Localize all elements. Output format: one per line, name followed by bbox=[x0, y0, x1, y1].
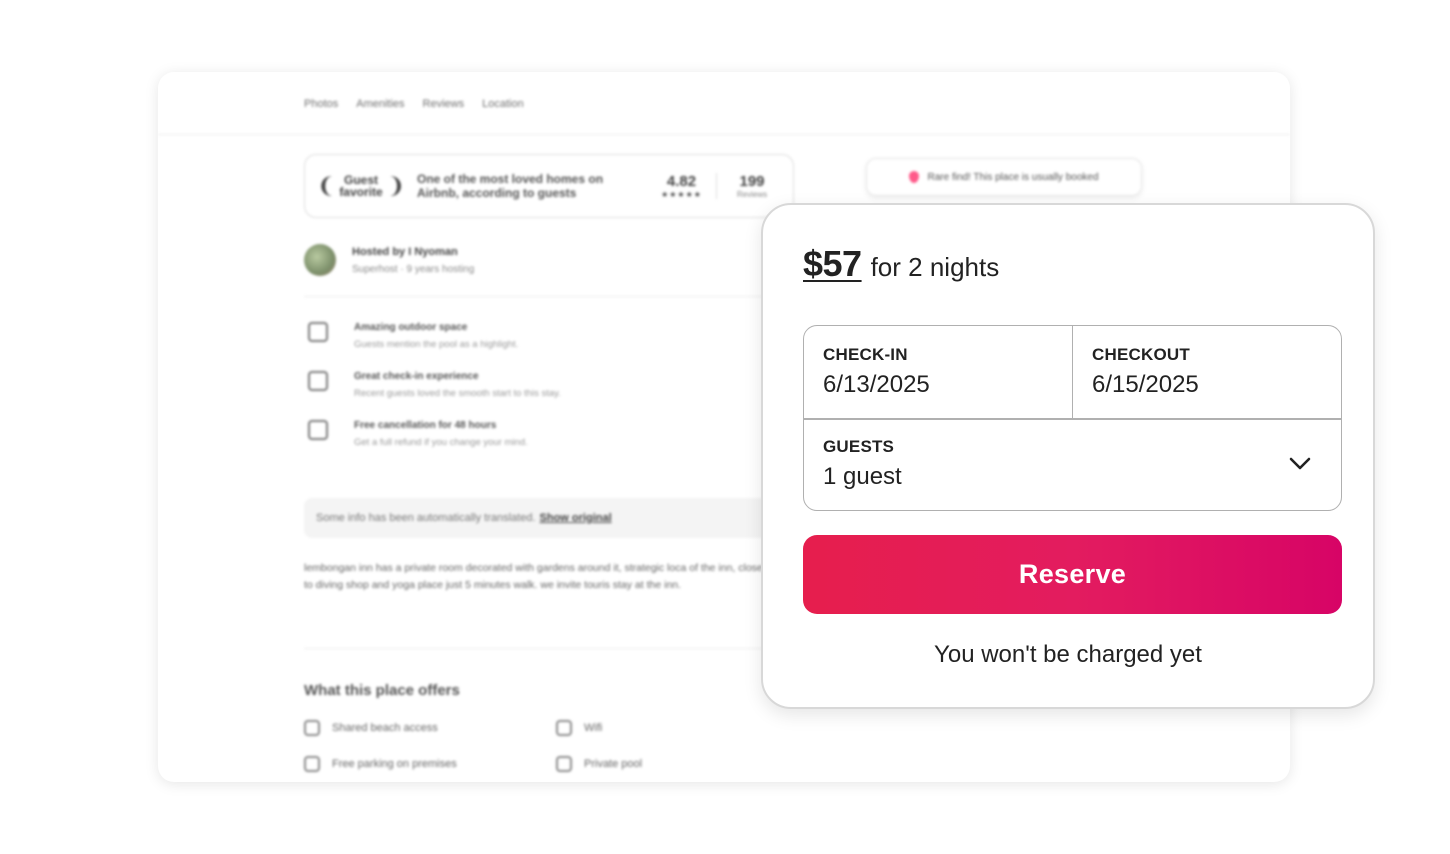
booking-fields: CHECK-IN 6/13/2025 CHECKOUT 6/15/2025 GU… bbox=[803, 325, 1342, 511]
listing-description: lembongan inn has a private room decorat… bbox=[304, 562, 763, 591]
nav-amenities[interactable]: Amenities bbox=[356, 98, 404, 110]
reviews-count: 199 bbox=[739, 173, 765, 190]
nav-divider bbox=[158, 134, 1290, 135]
amenity-item: Free parking on premises bbox=[304, 756, 457, 772]
reserve-button[interactable]: Reserve bbox=[803, 535, 1342, 614]
checkout-label: CHECKOUT bbox=[1092, 345, 1190, 364]
highlight-subtitle: Get a full refund if you change your min… bbox=[354, 437, 528, 448]
host-subtitle: Superhost · 9 years hosting bbox=[352, 263, 475, 275]
highlight-item: Amazing outdoor space Guests mention the… bbox=[308, 322, 518, 350]
highlight-title: Great check-in experience bbox=[354, 371, 479, 382]
nav-photos[interactable]: Photos bbox=[304, 98, 338, 110]
translation-text: Some info has been automatically transla… bbox=[316, 512, 536, 524]
rating-value: 4.82 bbox=[666, 173, 697, 190]
guests-label: GUESTS bbox=[823, 437, 895, 456]
car-icon bbox=[304, 756, 320, 772]
nav-location[interactable]: Location bbox=[482, 98, 524, 110]
amenity-label: Free parking on premises bbox=[332, 758, 457, 770]
rare-find-text: Rare find! This place is usually booked bbox=[927, 171, 1099, 183]
laurel-right-icon: ❩ bbox=[386, 173, 406, 198]
checkin-value: 6/13/2025 bbox=[823, 371, 930, 398]
key-icon bbox=[308, 371, 328, 391]
calendar-icon bbox=[308, 420, 328, 440]
host-section: Hosted by I Nyoman Superhost · 9 years h… bbox=[304, 244, 474, 276]
rating-stars: ★★★★★ bbox=[661, 190, 702, 199]
amenity-item: Wifi bbox=[556, 720, 602, 736]
price-line: $57 for 2 nights bbox=[803, 243, 999, 285]
highlight-title: Free cancellation for 48 hours bbox=[354, 420, 497, 431]
rare-find-banner: Rare find! This place is usually booked bbox=[866, 158, 1142, 196]
reviews-label: Reviews bbox=[736, 190, 768, 199]
section-divider bbox=[304, 296, 774, 297]
amenity-item: Private pool bbox=[556, 756, 642, 772]
guest-favorite-card: ❨ Guest favorite ❩ One of the most loved… bbox=[304, 154, 794, 218]
badge-line-2: favorite bbox=[339, 185, 383, 199]
wifi-icon bbox=[556, 720, 572, 736]
amenity-label: Private pool bbox=[584, 758, 643, 770]
rating-block: 4.82 ★★★★★ bbox=[647, 173, 717, 199]
pool-icon bbox=[556, 756, 572, 772]
outdoor-icon bbox=[308, 322, 328, 342]
offers-title: What this place offers bbox=[304, 682, 460, 699]
amenity-label: Shared beach access bbox=[332, 722, 438, 734]
total-price[interactable]: $57 bbox=[803, 243, 862, 285]
highlight-item: Great check-in experience Recent guests … bbox=[308, 371, 561, 399]
section-divider bbox=[304, 648, 774, 649]
translation-notice: Some info has been automatically transla… bbox=[304, 498, 774, 538]
host-title: Hosted by I Nyoman bbox=[352, 245, 458, 258]
checkout-field[interactable]: CHECKOUT 6/15/2025 bbox=[1073, 326, 1341, 418]
guest-favorite-badge: ❨ Guest favorite ❩ bbox=[305, 174, 417, 198]
highlight-item: Free cancellation for 48 hours Get a ful… bbox=[308, 420, 528, 448]
nav-reviews[interactable]: Reviews bbox=[423, 98, 465, 110]
show-original-link[interactable]: Show original bbox=[540, 512, 612, 524]
highlight-subtitle: Recent guests loved the smooth start to … bbox=[354, 388, 561, 399]
diamond-icon bbox=[909, 171, 920, 183]
guests-value: 1 guest bbox=[823, 463, 902, 490]
amenity-item: Shared beach access bbox=[304, 720, 438, 736]
amenity-label: Wifi bbox=[584, 722, 603, 734]
price-unit: for 2 nights bbox=[870, 252, 1000, 282]
reviews-block[interactable]: 199 Reviews bbox=[717, 173, 787, 199]
host-avatar[interactable] bbox=[304, 244, 336, 276]
checkin-field[interactable]: CHECK-IN 6/13/2025 bbox=[804, 326, 1073, 418]
chevron-down-icon[interactable] bbox=[1287, 450, 1313, 476]
checkin-label: CHECK-IN bbox=[823, 345, 908, 364]
checkout-value: 6/15/2025 bbox=[1092, 371, 1199, 398]
booking-card: $57 for 2 nights CHECK-IN 6/13/2025 CHEC… bbox=[761, 203, 1375, 709]
laurel-left-icon: ❨ bbox=[316, 173, 336, 198]
beach-icon bbox=[304, 720, 320, 736]
listing-section-nav: Photos Amenities Reviews Location bbox=[304, 98, 524, 110]
guests-selector[interactable]: GUESTS 1 guest bbox=[804, 420, 1341, 510]
highlight-subtitle: Guests mention the pool as a highlight. bbox=[354, 339, 519, 350]
no-charge-note: You won't be charged yet bbox=[934, 641, 1202, 668]
highlight-title: Amazing outdoor space bbox=[354, 322, 468, 333]
guest-favorite-description: One of the most loved homes on Airbnb, a… bbox=[417, 172, 604, 200]
